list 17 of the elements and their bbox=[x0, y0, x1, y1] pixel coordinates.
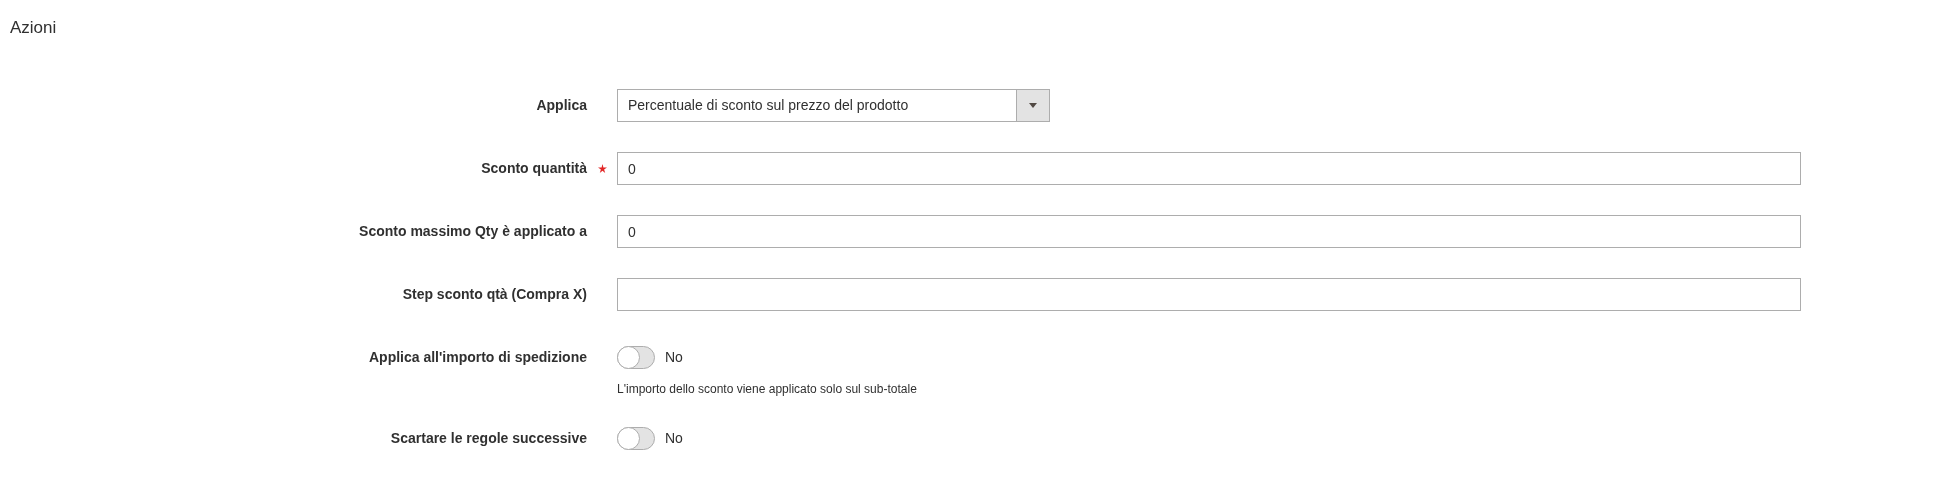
field-label: Scartare le regole successive bbox=[390, 429, 587, 448]
toggle-state: No bbox=[665, 429, 683, 448]
dropdown[interactable]: Percentuale di sconto sul prezzo del prodotto bbox=[617, 89, 1050, 122]
field-label: Sconto quantità bbox=[481, 159, 587, 178]
toggle-state: No bbox=[665, 348, 683, 367]
field-label: Applica all'importo di spedizione bbox=[368, 348, 587, 367]
field-label: Applica bbox=[536, 96, 587, 115]
input-field[interactable]: 0 bbox=[617, 215, 1801, 248]
section-title: Azioni bbox=[10, 17, 58, 39]
input-field[interactable] bbox=[617, 278, 1801, 311]
field-note: L'importo dello sconto viene applicato solo sul sub-totale bbox=[617, 381, 917, 398]
toggle-switch[interactable] bbox=[617, 427, 655, 450]
caret-icon bbox=[1029, 103, 1037, 108]
toggle-switch[interactable] bbox=[617, 346, 655, 369]
input-field[interactable]: 0 bbox=[617, 152, 1801, 185]
field-label: Sconto massimo Qty è applicato a bbox=[359, 222, 587, 241]
field-label: Step sconto qtà (Compra X) bbox=[402, 285, 587, 304]
